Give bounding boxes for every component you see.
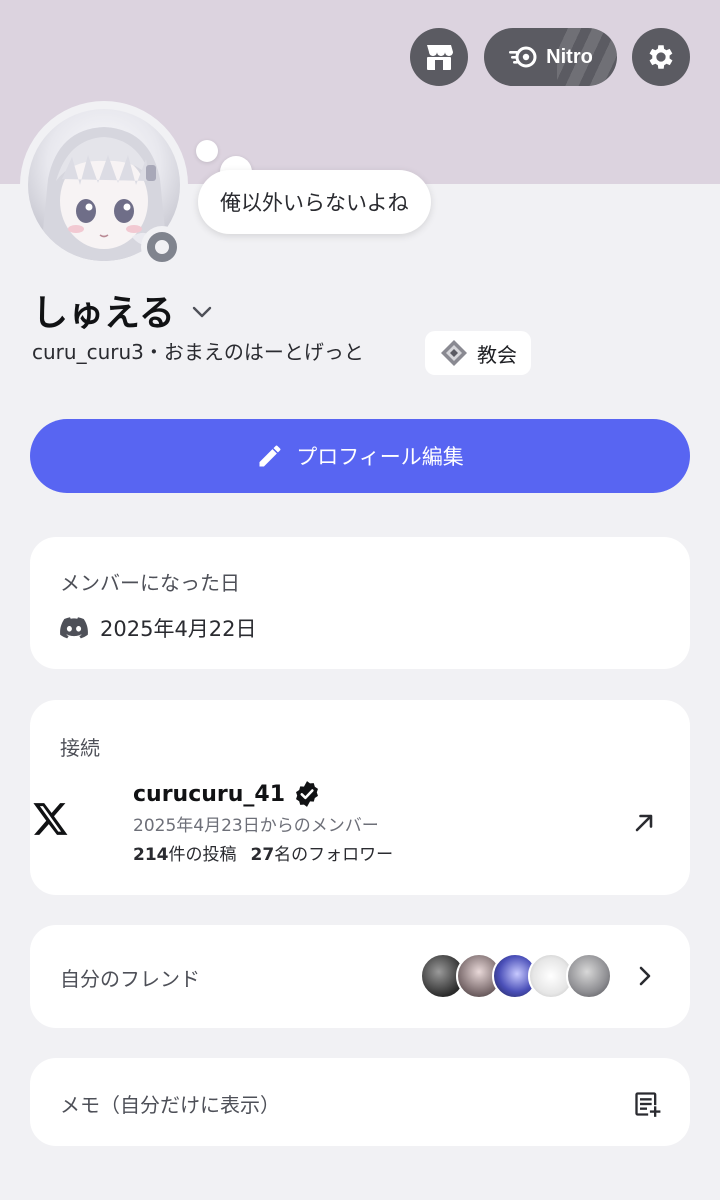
offline-status-dot <box>147 232 177 262</box>
add-note-icon[interactable] <box>633 1090 661 1118</box>
discord-icon <box>60 617 88 639</box>
pencil-icon <box>259 445 281 467</box>
nitro-button[interactable]: Nitro <box>484 28 617 86</box>
x-logo-icon <box>33 803 68 835</box>
followers-label: 名のフォロワー <box>274 845 394 865</box>
external-link-icon[interactable] <box>630 809 658 837</box>
gear-icon <box>649 45 673 69</box>
guild-tag-badge[interactable]: 教会 <box>425 331 531 375</box>
custom-status-text: 俺以外いらないよね <box>220 191 409 215</box>
followers-count: 27 <box>250 845 275 865</box>
posts-count: 214 <box>133 845 169 865</box>
friends-title: 自分のフレンド <box>60 967 200 991</box>
guild-tag-label: 教会 <box>477 342 517 367</box>
member-since-title: メンバーになった日 <box>60 571 240 595</box>
memo-card[interactable]: メモ（自分だけに表示） <box>30 1058 690 1146</box>
connection-username: curucuru_41 <box>133 781 286 807</box>
member-since-date: 2025年4月22日 <box>100 617 257 641</box>
shop-button[interactable] <box>410 28 468 86</box>
chevron-down-icon <box>192 306 212 318</box>
connections-title: 接続 <box>60 736 100 760</box>
member-since-card: メンバーになった日 2025年4月22日 <box>30 537 690 669</box>
connection-since: 2025年4月23日からのメンバー <box>133 816 379 836</box>
edit-profile-label: プロフィール編集 <box>296 445 464 469</box>
shop-icon <box>427 45 453 70</box>
display-name[interactable]: しゅえる <box>32 284 213 336</box>
chevron-right-icon[interactable] <box>636 964 654 988</box>
nitro-label: Nitro <box>546 45 593 68</box>
friend-avatar <box>566 953 612 999</box>
verified-badge-icon <box>296 781 319 807</box>
settings-button[interactable] <box>632 28 690 86</box>
display-name-text: しゅえる <box>32 293 175 334</box>
memo-title: メモ（自分だけに表示） <box>60 1093 280 1117</box>
username-pronouns: curu_curu3・おまえのはーとげっと <box>32 335 364 365</box>
status-indicator <box>141 226 183 268</box>
guild-tag-icon <box>441 340 467 366</box>
connection-stats: 214件の投稿 27名のフォロワー <box>133 840 393 865</box>
member-since-row: 2025年4月22日 <box>60 613 257 643</box>
connection-account[interactable]: curucuru_41 <box>133 780 321 808</box>
custom-status-bubble[interactable]: 俺以外いらないよね <box>198 170 431 234</box>
username-text: curu_curu3・おまえのはーとげっと <box>32 339 364 364</box>
edit-profile-button[interactable]: プロフィール編集 <box>30 419 690 493</box>
connections-card: 接続 <box>30 700 690 895</box>
posts-label: 件の投稿 <box>168 845 237 865</box>
nitro-icon <box>509 46 537 68</box>
thought-bubble-dot <box>196 140 218 162</box>
